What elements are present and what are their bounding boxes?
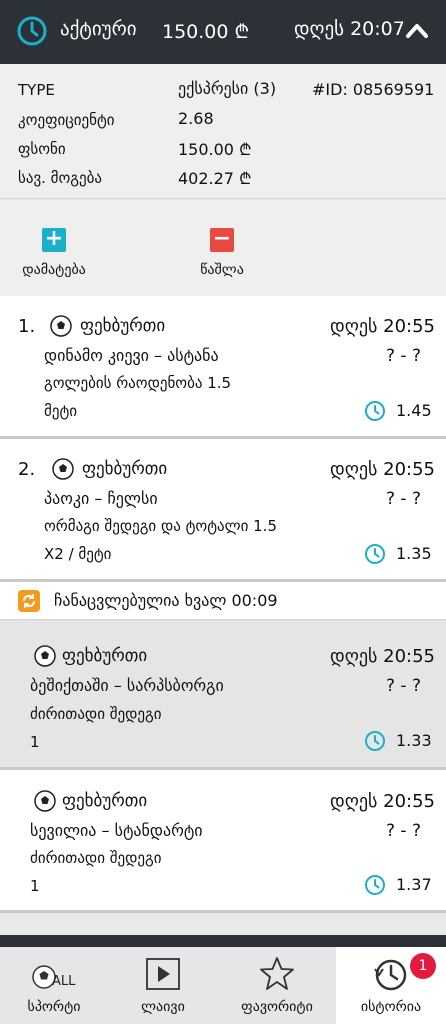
- event-index: 1.: [18, 316, 36, 337]
- swap-icon: [18, 590, 40, 612]
- chevron-up-icon[interactable]: [404, 18, 430, 44]
- nav-favorites[interactable]: ფავორიტი: [218, 947, 336, 1024]
- football-icon: [52, 458, 74, 480]
- bet-summary: TYPE ექსპრესი (3) #ID: 08569591 კოეფიციე…: [0, 64, 446, 199]
- nav-divider: [0, 935, 446, 947]
- event-teams: ბეშიქთაში – სარპსბორგი: [30, 676, 224, 695]
- history-badge: 1: [410, 953, 436, 979]
- event-time: დღეს 20:55: [330, 646, 436, 667]
- event-pick: X2 / მეტი: [44, 545, 112, 563]
- event-score: ? - ?: [386, 346, 421, 366]
- all-sports-text: ALL: [52, 974, 76, 989]
- win-label: სავ. მოგება: [18, 169, 103, 187]
- event-index: 2.: [18, 459, 36, 480]
- nav-live[interactable]: ლაივი: [108, 947, 218, 1024]
- bet-actions: + დამატება − წაშლა: [0, 200, 446, 296]
- event-market: გოლების რაოდენობა 1.5: [44, 374, 232, 392]
- bet-event-card[interactable]: 1. ფეხბურთი დღეს 20:55 დინამო კიევი – ას…: [0, 296, 446, 439]
- history-icon: [374, 959, 407, 991]
- event-market: ძირითადი შედეგი: [30, 705, 162, 723]
- football-icon: [34, 645, 56, 667]
- event-odd: 1.37: [396, 875, 432, 894]
- event-time: დღეს 20:55: [330, 459, 436, 480]
- bet-id: #ID: 08569591: [312, 80, 435, 99]
- replaced-event-card[interactable]: ფეხბურთი დღეს 20:55 ბეშიქთაში – სარპსბორ…: [0, 620, 446, 770]
- type-value: ექსპრესი (3): [178, 79, 277, 98]
- bet-event-card[interactable]: 2. ფეხბურთი დღეს 20:55 პაოკი – ჩელსი ? -…: [0, 439, 446, 582]
- clock-icon: [365, 875, 385, 895]
- nav-sports-label: სპორტი: [27, 999, 81, 1015]
- notice-text: ჩანაცვლებულია ხვალ 00:09: [54, 591, 278, 610]
- clock-icon: [365, 401, 385, 421]
- delete-button[interactable]: − წაშლა: [162, 228, 282, 279]
- clock-icon: [17, 16, 47, 46]
- stake-label: ფსონი: [18, 140, 66, 158]
- event-sport: ფეხბურთი: [62, 791, 148, 811]
- event-score: ? - ?: [386, 489, 421, 509]
- bet-time: დღეს 20:07: [294, 18, 405, 40]
- replaced-event-card[interactable]: ფეხბურთი დღეს 20:55 სევილია – სტანდარტი …: [0, 770, 446, 913]
- event-pick: 1: [30, 733, 40, 751]
- nav-history[interactable]: 1 ისტორია: [336, 947, 446, 1024]
- minus-icon: −: [210, 228, 234, 252]
- nav-history-label: ისტორია: [360, 999, 422, 1015]
- event-score: ? - ?: [386, 821, 421, 841]
- event-score: ? - ?: [386, 676, 421, 696]
- event-pick: 1: [30, 877, 40, 895]
- event-market: ძირითადი შედეგი: [30, 849, 162, 867]
- event-teams: პაოკი – ჩელსი: [44, 489, 158, 508]
- win-value: 402.27 ₾: [178, 169, 252, 188]
- replacement-notice: ჩანაცვლებულია ხვალ 00:09: [0, 582, 446, 620]
- nav-sports[interactable]: ALL სპორტი: [0, 947, 108, 1024]
- football-icon: [34, 790, 56, 812]
- bet-header[interactable]: აქტიური 150.00 ₾ დღეს 20:07: [0, 0, 446, 64]
- bet-status: აქტიური: [60, 18, 137, 40]
- clock-icon: [365, 544, 385, 564]
- event-odd: 1.33: [396, 731, 432, 750]
- type-label: TYPE: [18, 81, 55, 99]
- delete-label: წაშლა: [200, 262, 244, 278]
- event-odd: 1.45: [396, 401, 432, 420]
- event-teams: დინამო კიევი – ასტანა: [44, 346, 219, 365]
- event-teams: სევილია – სტანდარტი: [30, 821, 203, 840]
- add-label: დამატება: [22, 262, 86, 278]
- stake-value: 150.00 ₾: [178, 140, 252, 159]
- event-time: დღეს 20:55: [330, 316, 436, 337]
- football-icon: [50, 315, 72, 337]
- event-sport: ფეხბურთი: [82, 459, 168, 479]
- coef-value: 2.68: [178, 109, 214, 128]
- add-button[interactable]: + დამატება: [0, 228, 114, 279]
- star-icon: [260, 957, 294, 990]
- bottom-nav: ALL სპორტი ლაივი ფავორიტი 1 ისტორია: [0, 947, 446, 1024]
- event-sport: ფეხბურთი: [62, 646, 148, 666]
- coef-label: კოეფიციენტი: [18, 111, 115, 129]
- all-sports-icon: ALL: [32, 965, 76, 989]
- event-odd: 1.35: [396, 544, 432, 563]
- nav-live-label: ლაივი: [141, 999, 185, 1015]
- bet-amount: 150.00 ₾: [162, 21, 250, 43]
- event-time: დღეს 20:55: [330, 791, 436, 812]
- play-icon: [146, 958, 180, 990]
- event-pick: მეტი: [44, 402, 78, 420]
- nav-favorites-label: ფავორიტი: [241, 999, 313, 1015]
- event-market: ორმაგი შედეგი და ტოტალი 1.5: [44, 517, 277, 535]
- plus-icon: +: [42, 228, 66, 252]
- clock-icon: [365, 731, 385, 751]
- event-sport: ფეხბურთი: [80, 316, 166, 336]
